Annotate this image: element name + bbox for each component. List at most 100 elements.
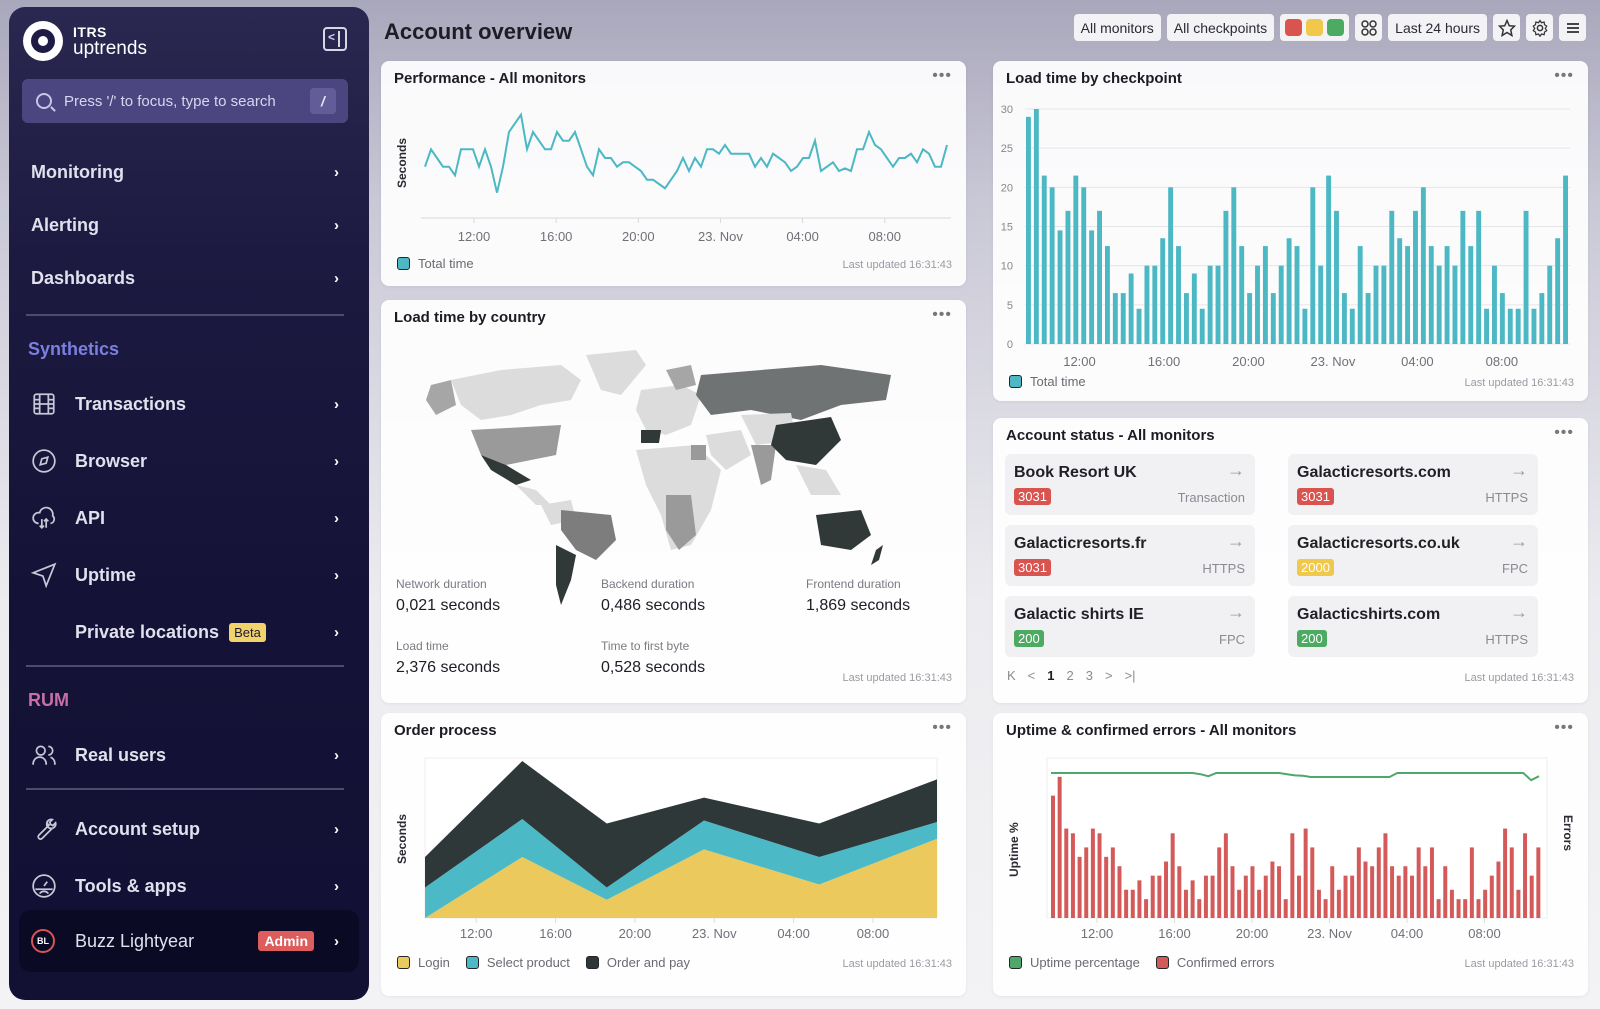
monitor-tile[interactable]: Galacticresorts.fr → 3031 HTTPS xyxy=(1005,525,1255,586)
bar[interactable] xyxy=(1507,308,1513,344)
legend-item[interactable]: Select product xyxy=(465,955,570,970)
bar[interactable] xyxy=(1444,246,1450,344)
bar[interactable] xyxy=(1247,293,1253,344)
bar[interactable] xyxy=(1365,293,1371,344)
error-bar[interactable] xyxy=(1449,889,1454,918)
bar[interactable] xyxy=(1357,246,1363,344)
error-bar[interactable] xyxy=(1416,847,1421,918)
bar[interactable] xyxy=(1539,293,1545,344)
collapse-sidebar-icon[interactable]: < xyxy=(323,27,347,51)
bar[interactable] xyxy=(1270,293,1276,344)
error-bar[interactable] xyxy=(1443,866,1448,918)
error-bar[interactable] xyxy=(1243,875,1248,918)
period-selector[interactable]: Last 24 hours xyxy=(1388,14,1487,41)
nav-dashboards[interactable]: Dashboards › xyxy=(9,258,369,298)
error-bar[interactable] xyxy=(1057,776,1062,918)
card-menu-icon[interactable]: ••• xyxy=(932,719,952,737)
bar[interactable] xyxy=(1420,187,1426,344)
error-bar[interactable] xyxy=(1396,875,1401,918)
user-menu[interactable]: BL Buzz Lightyear Admin › xyxy=(19,910,359,972)
bar[interactable] xyxy=(1026,116,1031,344)
bar[interactable] xyxy=(1476,210,1482,344)
legend-item[interactable]: Confirmed errors xyxy=(1155,955,1274,970)
bar[interactable] xyxy=(1081,187,1087,344)
bar[interactable] xyxy=(1089,230,1095,344)
arrow-right-icon[interactable]: → xyxy=(1510,531,1528,552)
error-bar[interactable] xyxy=(1343,875,1348,918)
error-bar[interactable] xyxy=(1403,866,1408,918)
error-bar[interactable] xyxy=(1370,866,1375,918)
card-menu-icon[interactable]: ••• xyxy=(1554,424,1574,442)
bar[interactable] xyxy=(1484,308,1490,344)
error-bar[interactable] xyxy=(1350,875,1355,918)
error-bar[interactable] xyxy=(1157,875,1162,918)
bar[interactable] xyxy=(1373,265,1379,344)
bar[interactable] xyxy=(1349,308,1355,344)
error-bar[interactable] xyxy=(1051,795,1055,918)
nav-transactions[interactable]: Transactions › xyxy=(9,384,369,424)
error-bar[interactable] xyxy=(1483,889,1488,918)
error-bar[interactable] xyxy=(1084,847,1089,918)
error-bar[interactable] xyxy=(1197,899,1202,918)
error-bar[interactable] xyxy=(1529,875,1534,918)
error-bar[interactable] xyxy=(1489,875,1494,918)
settings-button[interactable] xyxy=(1526,14,1553,41)
bar[interactable] xyxy=(1215,265,1221,344)
nav-account-setup[interactable]: Account setup › xyxy=(9,809,369,849)
bar[interactable] xyxy=(1231,187,1237,344)
bar[interactable] xyxy=(1144,265,1150,344)
error-bar[interactable] xyxy=(1503,828,1508,918)
favorite-button[interactable] xyxy=(1493,14,1520,41)
error-bar[interactable] xyxy=(1523,833,1528,918)
bar[interactable] xyxy=(1065,210,1071,344)
bar[interactable] xyxy=(1152,265,1158,344)
bar[interactable] xyxy=(1428,246,1434,344)
error-bar[interactable] xyxy=(1509,847,1514,918)
legend-item[interactable]: Uptime percentage xyxy=(1009,955,1140,970)
arrow-right-icon[interactable]: → xyxy=(1227,460,1245,481)
error-bar[interactable] xyxy=(1177,866,1182,918)
nav-tools-apps[interactable]: Tools & apps › xyxy=(9,866,369,906)
error-bar[interactable] xyxy=(1070,833,1075,918)
error-bar[interactable] xyxy=(1356,847,1361,918)
error-bar[interactable] xyxy=(1077,856,1082,918)
card-menu-icon[interactable]: ••• xyxy=(932,306,952,324)
error-bar[interactable] xyxy=(1097,833,1102,918)
error-bar[interactable] xyxy=(1336,889,1341,918)
error-bar[interactable] xyxy=(1117,866,1122,918)
bar[interactable] xyxy=(1207,265,1213,344)
error-bar[interactable] xyxy=(1183,889,1188,918)
error-bar[interactable] xyxy=(1436,899,1441,918)
error-bar[interactable] xyxy=(1297,875,1301,918)
error-bar[interactable] xyxy=(1137,880,1142,918)
next-page-button[interactable]: > xyxy=(1105,668,1113,683)
error-bar[interactable] xyxy=(1237,889,1242,918)
brand[interactable]: ITRS uptrends xyxy=(23,21,147,61)
error-bar[interactable] xyxy=(1223,833,1228,918)
error-bar[interactable] xyxy=(1469,847,1474,918)
bar[interactable] xyxy=(1302,308,1308,344)
error-bar[interactable] xyxy=(1064,828,1069,918)
bar[interactable] xyxy=(1057,230,1063,344)
error-bar[interactable] xyxy=(1190,880,1195,918)
bar[interactable] xyxy=(1136,308,1142,344)
error-bar[interactable] xyxy=(1277,866,1282,918)
bar[interactable] xyxy=(1120,293,1126,344)
page-1[interactable]: 1 xyxy=(1047,668,1054,683)
bar[interactable] xyxy=(1555,238,1561,344)
bar[interactable] xyxy=(1460,210,1466,344)
legend-item[interactable]: Login xyxy=(397,955,450,970)
bar[interactable] xyxy=(1278,265,1284,344)
monitor-tile[interactable]: Book Resort UK → 3031 Transaction xyxy=(1005,454,1255,515)
legend-total-time[interactable]: Total time xyxy=(1009,374,1086,389)
arrow-right-icon[interactable]: → xyxy=(1227,531,1245,552)
bar[interactable] xyxy=(1547,265,1553,344)
error-bar[interactable] xyxy=(1383,833,1388,918)
error-bar[interactable] xyxy=(1110,847,1115,918)
nav-monitoring[interactable]: Monitoring › xyxy=(9,152,369,192)
bar[interactable] xyxy=(1492,265,1497,344)
menu-button[interactable] xyxy=(1559,14,1586,41)
bar[interactable] xyxy=(1168,187,1174,344)
bar[interactable] xyxy=(1191,273,1197,345)
monitor-tile[interactable]: Galactic shirts IE → 200 FPC xyxy=(1005,596,1255,657)
